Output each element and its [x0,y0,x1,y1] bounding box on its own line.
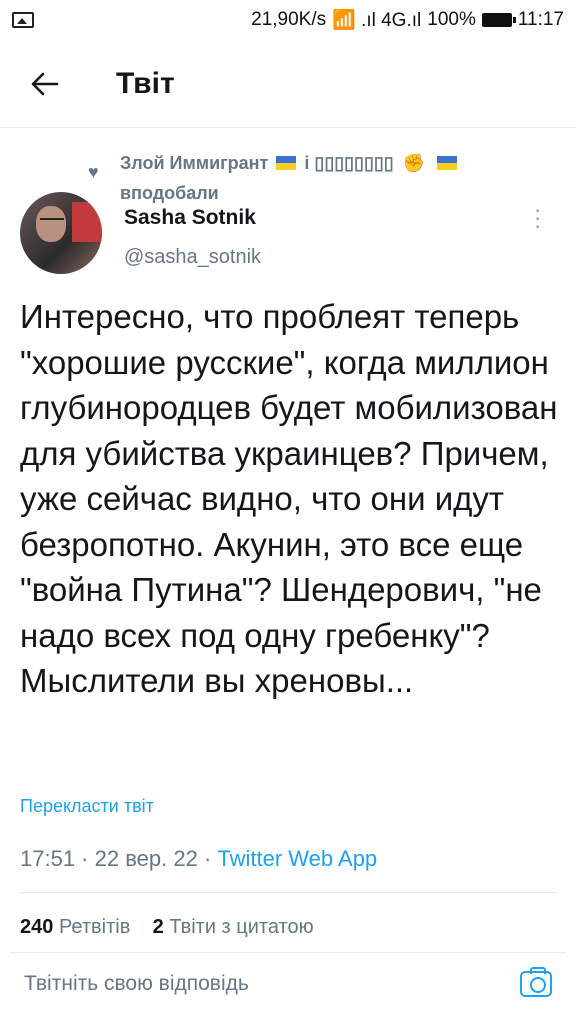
ukraine-flag-icon [437,156,458,170]
status-bar: 21,90K/s 📶 .ıl 4G.ıl 100% 11:17 [0,0,576,40]
battery-percent: 100% [427,9,476,30]
tweet-date: 22 вер. 22 [94,846,198,871]
author-name[interactable]: Sasha Sotnik [124,206,256,230]
signal-icon: 📶 .ıl 4G.ıl [332,10,422,31]
net-speed: 21,90K/s [251,9,327,30]
liked-by-other-user[interactable]: ▯▯▯▯▯▯▯▯ [314,153,393,173]
camera-icon[interactable] [520,966,552,997]
quotes-stat[interactable]: 2 Твіти з цитатою [153,916,314,938]
tweet-client-link[interactable]: Twitter Web App [217,846,377,871]
tweet-meta: 17:51 · 22 вер. 22 · Twitter Web App [20,846,378,871]
page-title: Твіт [116,66,175,100]
image-notification-icon [12,12,34,28]
reply-bar: Твітніть свою відповідь [10,952,566,1014]
tweet-text: Интересно, что проблеят теперь "хорошие … [20,298,558,699]
ukraine-flag-icon [276,156,297,170]
reply-input[interactable]: Твітніть свою відповідь [24,972,249,996]
top-bar: Твіт [0,40,576,128]
liked-by-label: вподобали [120,183,219,203]
author-handle[interactable]: @sasha_sotnik [124,246,261,269]
liked-by-context: ♥ Злой Иммигрант і ▯▯▯▯▯▯▯▯ ✊ вподобали [88,148,508,208]
divider [20,892,558,893]
more-options-icon[interactable]: · · · [534,199,541,237]
avatar[interactable] [20,192,102,274]
tweet-time: 17:51 [20,846,76,871]
tweet-stats: 240 Ретвітів 2 Твіти з цитатою [20,916,314,939]
translate-link[interactable]: Перекласти твіт [20,796,154,817]
back-arrow-icon[interactable] [0,40,90,128]
liked-by-connector: і [304,153,310,173]
clock: 11:17 [517,9,564,30]
retweets-stat[interactable]: 240 Ретвітів [20,916,130,938]
fist-icon: ✊ [402,153,426,173]
battery-icon [481,13,516,27]
liked-by-user[interactable]: Злой Иммигрант [120,153,268,173]
